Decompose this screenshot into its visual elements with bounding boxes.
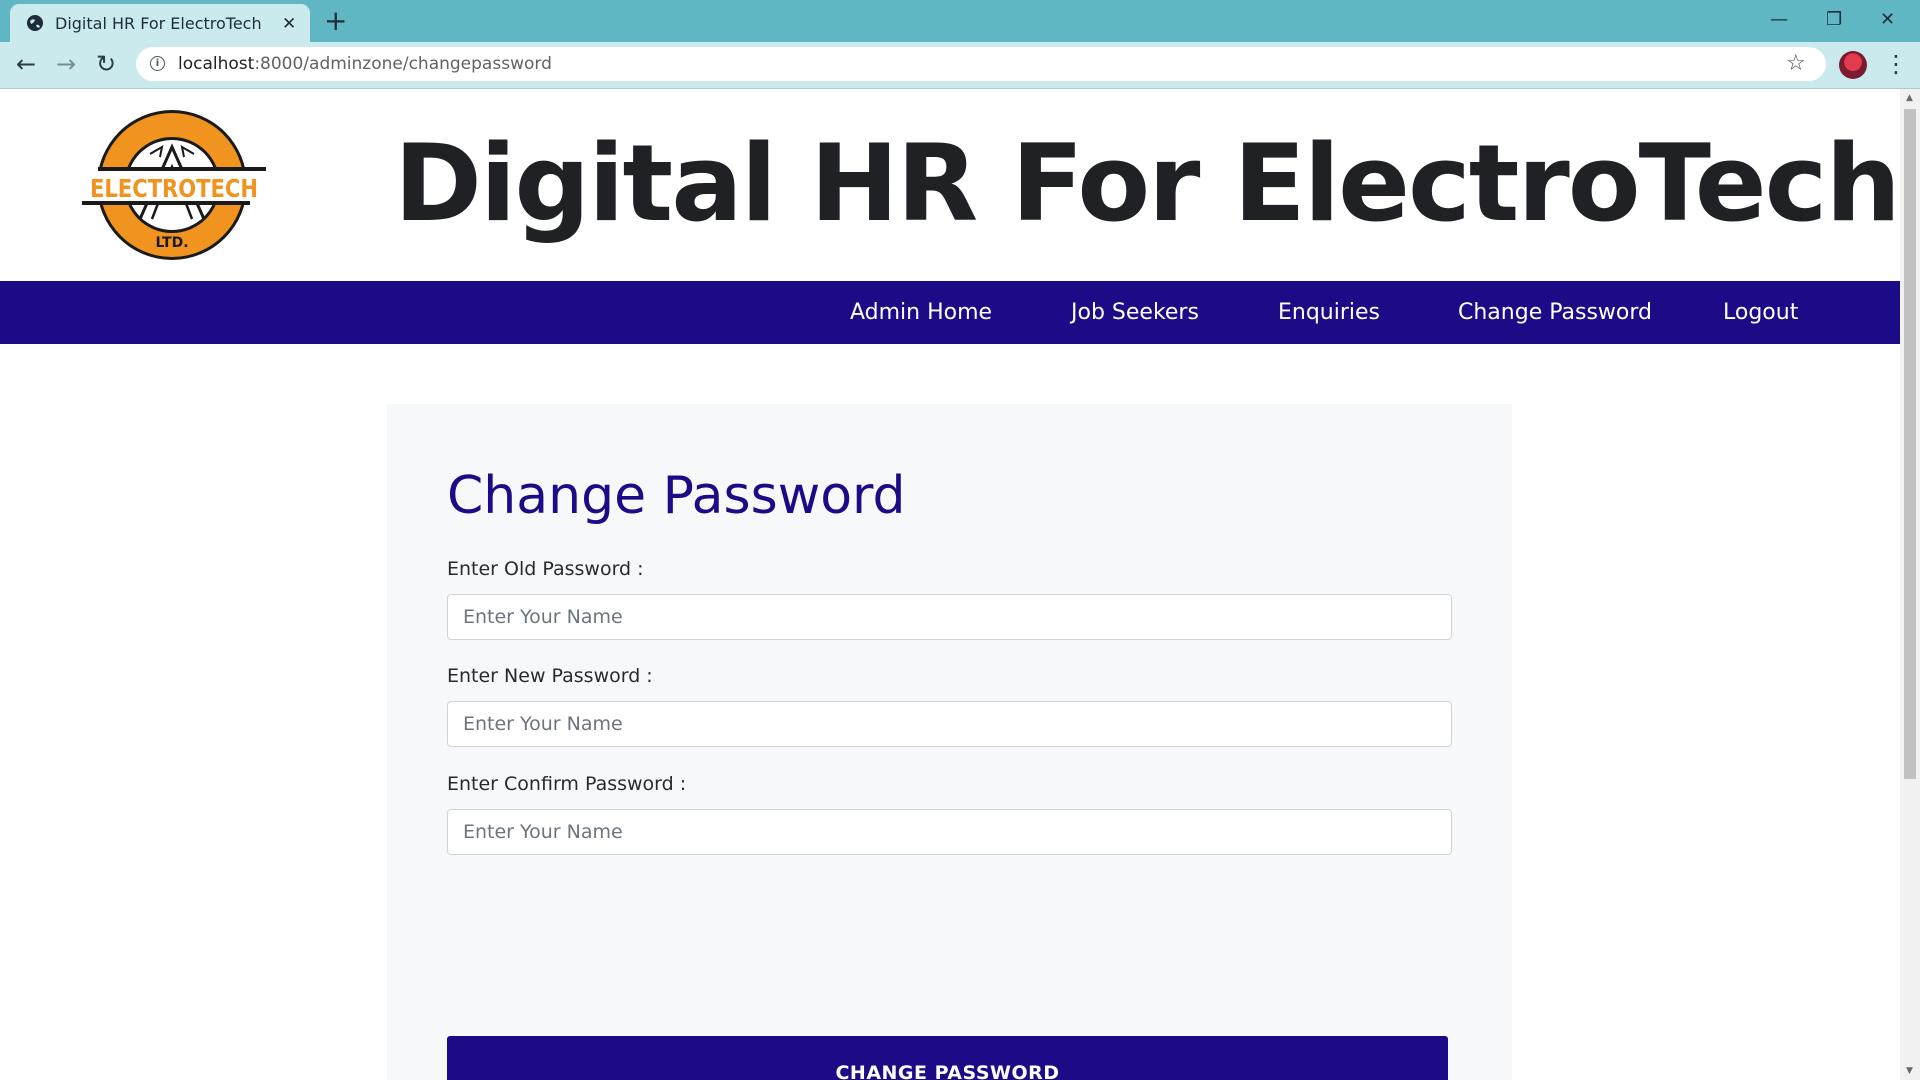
browser-tab-strip: Digital HR For ElectroTech ✕ + — ❐ ✕	[0, 0, 1920, 42]
nav-logout[interactable]: Logout	[1723, 281, 1798, 344]
browser-toolbar: ← → ↻ i localhost:8000/adminzone/changep…	[0, 42, 1920, 89]
scroll-down-icon[interactable]: ▼	[1906, 1066, 1913, 1076]
confirm-password-label: Enter Confirm Password :	[447, 773, 687, 795]
change-password-button[interactable]: CHANGE PASSWORD	[447, 1036, 1448, 1080]
minimize-icon[interactable]: —	[1770, 2, 1788, 38]
old-password-label: Enter Old Password :	[447, 558, 644, 580]
confirm-password-input[interactable]	[447, 809, 1452, 855]
old-password-input[interactable]	[447, 594, 1452, 640]
new-password-label: Enter New Password :	[447, 665, 653, 687]
electrotech-logo: ELECTROTECH LTD.	[82, 110, 266, 260]
close-tab-icon[interactable]: ✕	[282, 4, 296, 44]
address-bar[interactable]: i localhost:8000/adminzone/changepasswor…	[136, 47, 1826, 81]
logo-subtext: LTD.	[155, 235, 188, 251]
forward-icon[interactable]: →	[56, 42, 76, 86]
bookmark-star-icon[interactable]: ☆	[1786, 47, 1806, 81]
form-heading: Change Password	[447, 466, 906, 526]
url-text[interactable]: localhost:8000/adminzone/changepassword	[178, 47, 552, 81]
main-navbar: Admin Home Job Seekers Enquiries Change …	[0, 281, 1900, 344]
new-tab-icon[interactable]: +	[324, 2, 347, 40]
change-password-form: Change Password Enter Old Password : Ent…	[387, 404, 1512, 1080]
nav-job-seekers[interactable]: Job Seekers	[1071, 281, 1199, 344]
tab-title: Digital HR For ElectroTech	[55, 14, 262, 33]
nav-enquiries[interactable]: Enquiries	[1278, 281, 1380, 344]
back-icon[interactable]: ←	[16, 42, 36, 86]
page-scrollbar[interactable]: ▲ ▼	[1900, 89, 1920, 1080]
logo-text: ELECTROTECH	[90, 174, 258, 203]
restore-icon[interactable]: ❐	[1826, 2, 1842, 38]
site-header: ELECTROTECH LTD. Digital HR For ElectroT…	[0, 89, 1900, 281]
page-viewport: ELECTROTECH LTD. Digital HR For ElectroT…	[0, 89, 1900, 1080]
new-password-input[interactable]	[447, 701, 1452, 747]
close-window-icon[interactable]: ✕	[1880, 2, 1895, 38]
globe-icon	[27, 15, 43, 31]
scrollbar-thumb[interactable]	[1904, 109, 1916, 779]
reload-icon[interactable]: ↻	[96, 42, 116, 86]
info-icon[interactable]: i	[150, 56, 165, 71]
browser-tab[interactable]: Digital HR For ElectroTech ✕	[10, 4, 310, 42]
site-title: Digital HR For ElectroTech	[394, 122, 1900, 245]
nav-admin-home[interactable]: Admin Home	[850, 281, 992, 344]
nav-change-password[interactable]: Change Password	[1458, 281, 1652, 344]
scroll-up-icon[interactable]: ▲	[1906, 93, 1913, 103]
profile-avatar[interactable]	[1839, 51, 1867, 79]
menu-kebab-icon[interactable]: ⋮	[1884, 42, 1908, 86]
